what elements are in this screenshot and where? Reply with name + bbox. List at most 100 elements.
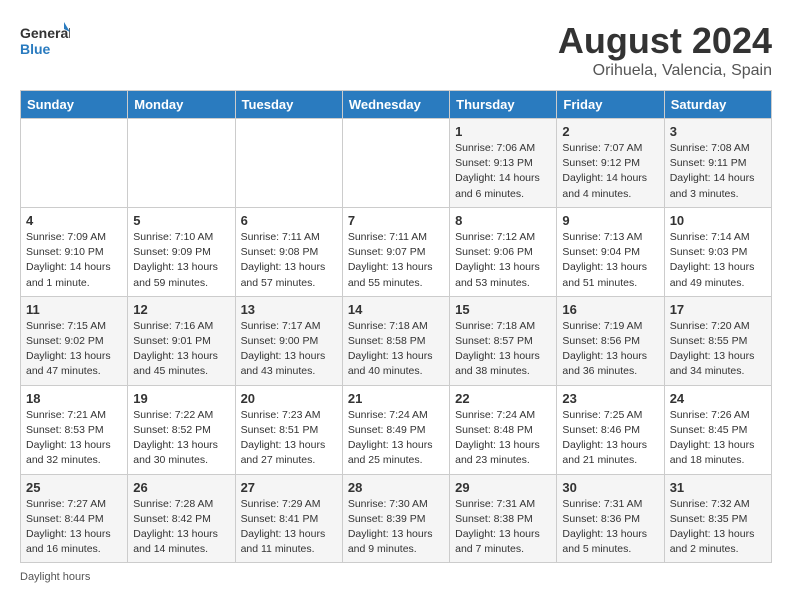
calendar-cell: 13Sunrise: 7:17 AMSunset: 9:00 PMDayligh… bbox=[235, 296, 342, 385]
calendar-cell: 8Sunrise: 7:12 AMSunset: 9:06 PMDaylight… bbox=[450, 207, 557, 296]
calendar-cell: 5Sunrise: 7:10 AMSunset: 9:09 PMDaylight… bbox=[128, 207, 235, 296]
calendar-cell bbox=[128, 119, 235, 208]
calendar-cell: 27 Sunrise: 7:29 AMSunset: 8:41 PMDayligh… bbox=[235, 474, 342, 563]
day-number: 31 bbox=[670, 480, 766, 495]
day-number: 28 bbox=[348, 480, 444, 495]
day-number: 3 bbox=[670, 124, 766, 139]
day-info: Sunrise: 7:06 AMSunset: 9:13 PMDaylight:… bbox=[455, 141, 551, 202]
calendar-cell bbox=[342, 119, 449, 208]
title-block: August 2024 Orihuela, Valencia, Spain bbox=[558, 20, 772, 80]
day-info: Sunrise: 7:26 AMSunset: 8:45 PMDaylight:… bbox=[670, 408, 766, 469]
calendar-cell: 21 Sunrise: 7:24 AMSunset: 8:49 PMDayligh… bbox=[342, 385, 449, 474]
calendar-week-row: 1Sunrise: 7:06 AMSunset: 9:13 PMDaylight… bbox=[21, 119, 772, 208]
day-number: 24 bbox=[670, 391, 766, 406]
day-info: Sunrise: 7:32 AMSunset: 8:35 PMDaylight:… bbox=[670, 497, 766, 558]
calendar-day-header: Tuesday bbox=[235, 91, 342, 119]
logo: General Blue bbox=[20, 20, 70, 60]
calendar-cell: 29Sunrise: 7:31 AMSunset: 8:38 PMDayligh… bbox=[450, 474, 557, 563]
calendar-cell: 14Sunrise: 7:18 AMSunset: 8:58 PMDayligh… bbox=[342, 296, 449, 385]
calendar-cell bbox=[21, 119, 128, 208]
calendar-cell: 20Sunrise: 7:23 AMSunset: 8:51 PMDayligh… bbox=[235, 385, 342, 474]
day-number: 2 bbox=[562, 124, 658, 139]
calendar-table: SundayMondayTuesdayWednesdayThursdayFrid… bbox=[20, 90, 772, 563]
calendar-day-header: Wednesday bbox=[342, 91, 449, 119]
footer-note: Daylight hours bbox=[20, 571, 772, 583]
calendar-cell: 10 Sunrise: 7:14 AMSunset: 9:03 PMDayligh… bbox=[664, 207, 771, 296]
calendar-cell: 22 Sunrise: 7:24 AMSunset: 8:48 PMDayligh… bbox=[450, 385, 557, 474]
day-info: Sunrise: 7:31 AMSunset: 8:36 PMDaylight:… bbox=[562, 497, 658, 558]
day-info: Sunrise: 7:15 AMSunset: 9:02 PMDaylight:… bbox=[26, 319, 122, 380]
day-number: 12 bbox=[133, 302, 229, 317]
day-info: Sunrise: 7:18 AMSunset: 8:57 PMDaylight:… bbox=[455, 319, 551, 380]
calendar-cell: 12 Sunrise: 7:16 AMSunset: 9:01 PMDayligh… bbox=[128, 296, 235, 385]
day-info: Sunrise: 7:20 AMSunset: 8:55 PMDaylight:… bbox=[670, 319, 766, 380]
svg-text:Blue: Blue bbox=[20, 41, 51, 57]
day-number: 27 bbox=[241, 480, 337, 495]
calendar-day-header: Monday bbox=[128, 91, 235, 119]
day-number: 26 bbox=[133, 480, 229, 495]
page-header: General Blue August 2024 Orihuela, Valen… bbox=[20, 20, 772, 80]
calendar-cell: 24 Sunrise: 7:26 AMSunset: 8:45 PMDayligh… bbox=[664, 385, 771, 474]
calendar-day-header: Thursday bbox=[450, 91, 557, 119]
day-info: Sunrise: 7:11 AMSunset: 9:08 PMDaylight:… bbox=[241, 230, 337, 291]
day-info: Sunrise: 7:08 AMSunset: 9:11 PMDaylight:… bbox=[670, 141, 766, 202]
day-info: Sunrise: 7:25 AMSunset: 8:46 PMDaylight:… bbox=[562, 408, 658, 469]
calendar-cell: 18Sunrise: 7:21 AMSunset: 8:53 PMDayligh… bbox=[21, 385, 128, 474]
day-number: 6 bbox=[241, 213, 337, 228]
day-info: Sunrise: 7:09 AMSunset: 9:10 PMDaylight:… bbox=[26, 230, 122, 291]
calendar-cell: 9 Sunrise: 7:13 AMSunset: 9:04 PMDaylight… bbox=[557, 207, 664, 296]
day-info: Sunrise: 7:27 AMSunset: 8:44 PMDaylight:… bbox=[26, 497, 122, 558]
day-info: Sunrise: 7:16 AMSunset: 9:01 PMDaylight:… bbox=[133, 319, 229, 380]
calendar-cell: 17 Sunrise: 7:20 AMSunset: 8:55 PMDayligh… bbox=[664, 296, 771, 385]
calendar-cell: 31 Sunrise: 7:32 AMSunset: 8:35 PMDayligh… bbox=[664, 474, 771, 563]
day-info: Sunrise: 7:30 AMSunset: 8:39 PMDaylight:… bbox=[348, 497, 444, 558]
svg-text:General: General bbox=[20, 25, 70, 41]
day-number: 10 bbox=[670, 213, 766, 228]
day-info: Sunrise: 7:07 AMSunset: 9:12 PMDaylight:… bbox=[562, 141, 658, 202]
day-number: 22 bbox=[455, 391, 551, 406]
day-info: Sunrise: 7:24 AMSunset: 8:49 PMDaylight:… bbox=[348, 408, 444, 469]
day-number: 23 bbox=[562, 391, 658, 406]
day-info: Sunrise: 7:10 AMSunset: 9:09 PMDaylight:… bbox=[133, 230, 229, 291]
day-number: 4 bbox=[26, 213, 122, 228]
day-info: Sunrise: 7:13 AMSunset: 9:04 PMDaylight:… bbox=[562, 230, 658, 291]
calendar-day-header: Friday bbox=[557, 91, 664, 119]
calendar-cell: 7 Sunrise: 7:11 AMSunset: 9:07 PMDaylight… bbox=[342, 207, 449, 296]
calendar-week-row: 4 Sunrise: 7:09 AMSunset: 9:10 PMDaylight… bbox=[21, 207, 772, 296]
calendar-cell: 26 Sunrise: 7:28 AMSunset: 8:42 PMDayligh… bbox=[128, 474, 235, 563]
day-number: 7 bbox=[348, 213, 444, 228]
calendar-cell: 15Sunrise: 7:18 AMSunset: 8:57 PMDayligh… bbox=[450, 296, 557, 385]
day-info: Sunrise: 7:23 AMSunset: 8:51 PMDaylight:… bbox=[241, 408, 337, 469]
calendar-cell: 11 Sunrise: 7:15 AMSunset: 9:02 PMDayligh… bbox=[21, 296, 128, 385]
day-number: 29 bbox=[455, 480, 551, 495]
calendar-week-row: 18Sunrise: 7:21 AMSunset: 8:53 PMDayligh… bbox=[21, 385, 772, 474]
calendar-day-header: Saturday bbox=[664, 91, 771, 119]
calendar-cell: 2 Sunrise: 7:07 AMSunset: 9:12 PMDaylight… bbox=[557, 119, 664, 208]
month-title: August 2024 bbox=[558, 20, 772, 62]
day-number: 17 bbox=[670, 302, 766, 317]
calendar-cell bbox=[235, 119, 342, 208]
calendar-day-header: Sunday bbox=[21, 91, 128, 119]
day-info: Sunrise: 7:29 AMSunset: 8:41 PMDaylight:… bbox=[241, 497, 337, 558]
day-info: Sunrise: 7:22 AMSunset: 8:52 PMDaylight:… bbox=[133, 408, 229, 469]
day-info: Sunrise: 7:14 AMSunset: 9:03 PMDaylight:… bbox=[670, 230, 766, 291]
day-info: Sunrise: 7:18 AMSunset: 8:58 PMDaylight:… bbox=[348, 319, 444, 380]
day-info: Sunrise: 7:24 AMSunset: 8:48 PMDaylight:… bbox=[455, 408, 551, 469]
day-number: 21 bbox=[348, 391, 444, 406]
calendar-week-row: 25Sunrise: 7:27 AMSunset: 8:44 PMDayligh… bbox=[21, 474, 772, 563]
day-number: 8 bbox=[455, 213, 551, 228]
calendar-cell: 28 Sunrise: 7:30 AMSunset: 8:39 PMDayligh… bbox=[342, 474, 449, 563]
day-number: 9 bbox=[562, 213, 658, 228]
day-info: Sunrise: 7:11 AMSunset: 9:07 PMDaylight:… bbox=[348, 230, 444, 291]
day-number: 19 bbox=[133, 391, 229, 406]
day-info: Sunrise: 7:28 AMSunset: 8:42 PMDaylight:… bbox=[133, 497, 229, 558]
calendar-week-row: 11 Sunrise: 7:15 AMSunset: 9:02 PMDayligh… bbox=[21, 296, 772, 385]
logo-svg: General Blue bbox=[20, 20, 70, 60]
day-info: Sunrise: 7:17 AMSunset: 9:00 PMDaylight:… bbox=[241, 319, 337, 380]
calendar-cell: 16 Sunrise: 7:19 AMSunset: 8:56 PMDayligh… bbox=[557, 296, 664, 385]
calendar-cell: 30 Sunrise: 7:31 AMSunset: 8:36 PMDayligh… bbox=[557, 474, 664, 563]
day-info: Sunrise: 7:19 AMSunset: 8:56 PMDaylight:… bbox=[562, 319, 658, 380]
day-number: 30 bbox=[562, 480, 658, 495]
day-number: 11 bbox=[26, 302, 122, 317]
day-number: 16 bbox=[562, 302, 658, 317]
